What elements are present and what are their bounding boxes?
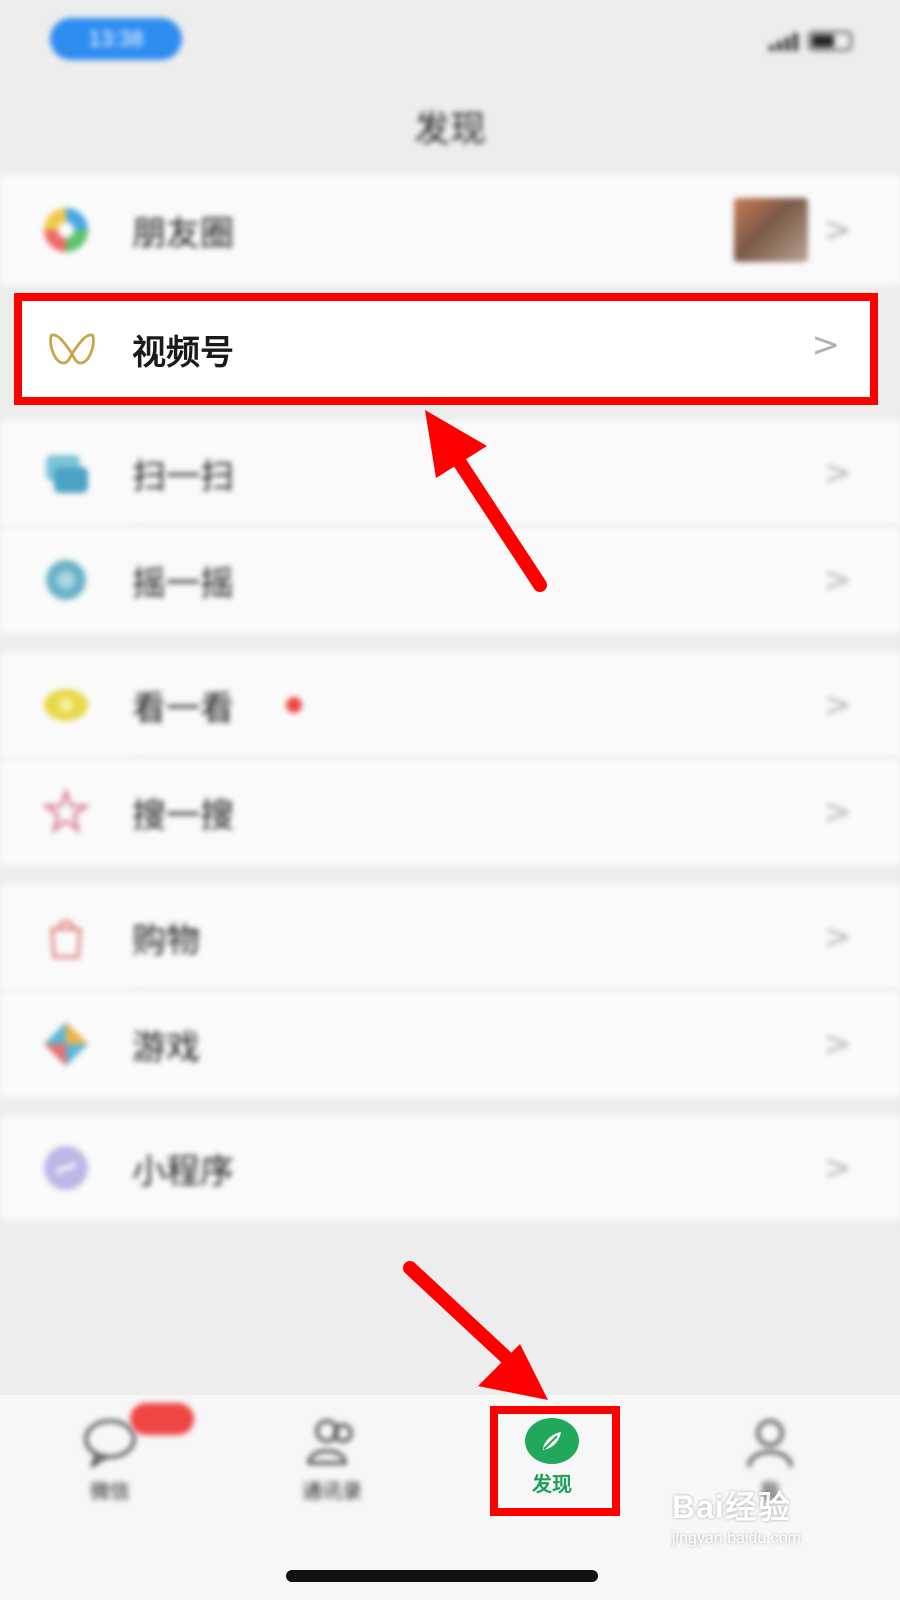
chevron-right-icon: >: [823, 560, 853, 600]
page-title: 发现: [413, 109, 486, 150]
list-item-label: 搜一搜: [132, 795, 234, 836]
list-item-search[interactable]: 搜一搜 >: [0, 759, 900, 865]
shopping-icon: [40, 911, 92, 963]
chevron-right-icon: >: [823, 1148, 853, 1188]
scan-icon: [40, 447, 92, 499]
profile-icon: [741, 1415, 799, 1469]
contacts-icon: [303, 1415, 361, 1469]
battery-icon: [808, 31, 852, 51]
status-bar: 13:38: [0, 0, 900, 90]
list-item-label: 视频号: [132, 333, 234, 373]
channels-icon: [46, 323, 98, 375]
tab-discover-highlight: [490, 1406, 620, 1516]
list-item-label: 朋友圈: [132, 213, 234, 254]
tab-label: 微信: [90, 1479, 130, 1503]
list-item-label: 小程序: [132, 1151, 234, 1192]
home-indicator: [286, 1570, 598, 1582]
list-item-scan[interactable]: 扫一扫 >: [0, 420, 900, 526]
list-item-label: 游戏: [132, 1027, 200, 1068]
new-indicator-dot: [286, 697, 302, 713]
signal-icon: [769, 31, 798, 51]
list-item-label: 购物: [132, 920, 200, 961]
chevron-right-icon: >: [811, 325, 841, 365]
status-time: 13:38: [50, 18, 182, 60]
mini-programs-icon: [40, 1142, 92, 1194]
chevron-right-icon: >: [823, 792, 853, 832]
list-item-label: 扫一扫: [132, 456, 234, 497]
search-icon: [40, 786, 92, 838]
watermark-url: jingyan.baidu.com: [672, 1530, 801, 1547]
list-item-shake[interactable]: 摇一摇 >: [0, 527, 900, 633]
chevron-right-icon: >: [823, 917, 853, 957]
games-icon: [40, 1018, 92, 1070]
list-item-moments[interactable]: 朋友圈 >: [0, 175, 900, 285]
top-stories-icon: [40, 679, 92, 731]
arrow-to-discover-tab: [403, 1261, 548, 1400]
list-item-top-stories[interactable]: 看一看 >: [0, 652, 900, 758]
status-icons: [769, 28, 852, 54]
shake-icon: [40, 554, 92, 606]
chevron-right-icon: >: [823, 1024, 853, 1064]
chevron-right-icon: >: [823, 685, 853, 725]
moments-thumbnail: [734, 198, 808, 262]
tab-label: 通讯录: [302, 1479, 362, 1503]
watermark-logo: Bai经验: [672, 1489, 791, 1525]
chevron-right-icon: >: [823, 210, 853, 250]
unread-badge: [130, 1403, 194, 1435]
list-item-games[interactable]: 游戏 >: [0, 991, 900, 1097]
watermark: Bai经验 jingyan.baidu.com: [672, 1482, 882, 1572]
list-item-channels[interactable]: 视频号 >: [14, 293, 878, 405]
chevron-right-icon: >: [823, 453, 853, 493]
list-item-shopping[interactable]: 购物 >: [0, 884, 900, 990]
list-item-label: 摇一摇: [132, 563, 234, 604]
list-item-mini-programs[interactable]: 小程序 >: [0, 1116, 900, 1220]
list-item-label: 看一看: [132, 688, 234, 729]
moments-icon: [40, 204, 92, 256]
tab-contacts[interactable]: 通讯录: [252, 1415, 412, 1504]
